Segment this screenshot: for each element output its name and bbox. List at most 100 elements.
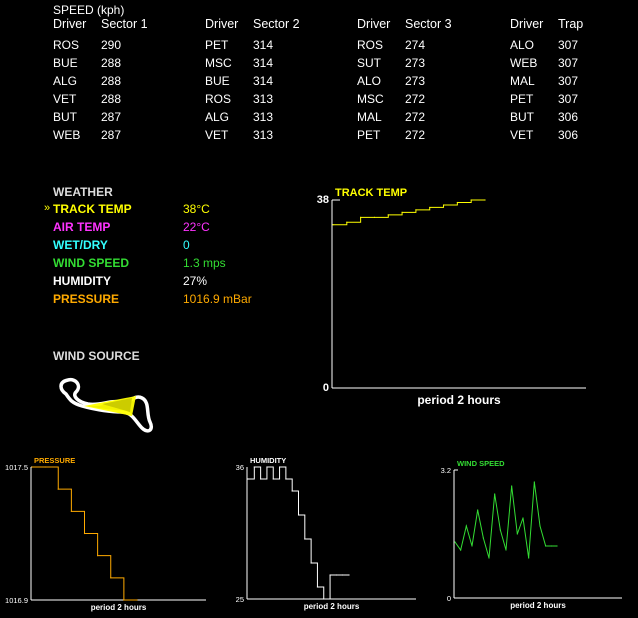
data-point: [360, 216, 362, 218]
weather-value: 22°C: [183, 220, 210, 234]
speed-driver-cell: ALO: [357, 74, 382, 88]
speed-driver-cell: BUE: [205, 74, 230, 88]
speed-value-cell: 288: [101, 56, 122, 70]
speed-driver-cell: WEB: [53, 128, 81, 142]
chart-title: PRESSURE: [34, 456, 75, 465]
weather-label[interactable]: WET/DRY: [53, 238, 108, 252]
data-point: [454, 541, 456, 543]
data-point: [373, 216, 376, 218]
y-min-label: 1016.9: [5, 596, 28, 605]
speed-value-cell: 307: [558, 38, 579, 52]
speed-col-header-driver: Driver: [205, 17, 239, 31]
speed-col-header-sector: Trap: [558, 17, 584, 31]
data-point: [285, 478, 287, 480]
x-axis-label: period 2 hours: [91, 603, 147, 612]
speed-value-cell: 313: [253, 128, 274, 142]
data-point: [415, 209, 417, 211]
y-min-label: 0: [447, 594, 451, 603]
weather-value: 38°C: [183, 202, 210, 216]
speed-value-cell: 287: [101, 110, 122, 124]
weather-label[interactable]: AIR TEMP: [53, 220, 110, 234]
data-point: [484, 199, 486, 201]
data-point: [136, 599, 138, 601]
speed-value-cell: 313: [253, 92, 274, 106]
y-max-label: 3.2: [441, 466, 451, 475]
data-point: [332, 224, 334, 226]
y-max-label: 38: [317, 194, 329, 206]
data-point: [278, 466, 281, 468]
data-point: [266, 466, 268, 468]
speed-driver-cell: PET: [510, 92, 534, 106]
y-min-label: 0: [323, 382, 329, 394]
speed-col-header-sector: Sector 1: [101, 17, 148, 31]
speed-driver-cell: ROS: [357, 38, 384, 52]
data-line: [248, 466, 349, 600]
data-point: [545, 545, 547, 547]
speed-driver-cell: MAL: [357, 110, 382, 124]
weather-label[interactable]: HUMIDITY: [53, 274, 111, 288]
data-point: [456, 201, 458, 204]
speed-driver-cell: PET: [205, 38, 229, 52]
weather-label[interactable]: TRACK TEMP: [53, 202, 132, 216]
speed-driver-cell: VET: [205, 128, 229, 142]
wind-speed-chart: 3.2 0 WIND SPEED period 2 hours: [441, 459, 622, 610]
speed-value-cell: 288: [101, 74, 122, 88]
data-point: [335, 574, 337, 576]
speed-col-header-driver: Driver: [53, 17, 87, 31]
data-point: [505, 549, 507, 551]
speed-value-cell: 306: [558, 128, 579, 142]
data-point: [539, 525, 541, 527]
data-line: [333, 199, 485, 226]
y-max-label: 1017.5: [5, 463, 28, 472]
x-axis-label: period 2 hours: [417, 393, 501, 407]
data-point: [97, 555, 99, 557]
speed-value-cell: 314: [253, 56, 274, 70]
data-point: [123, 599, 125, 601]
data-point: [70, 510, 72, 512]
speed-value-cell: 273: [405, 74, 426, 88]
speed-col-header-sector: Sector 3: [405, 17, 452, 31]
data-point: [297, 514, 300, 516]
data-point: [260, 478, 262, 480]
speed-driver-cell: MSC: [205, 56, 232, 70]
data-point: [488, 557, 490, 559]
data-point: [533, 481, 535, 483]
speed-col-header-driver: Driver: [510, 17, 544, 31]
speed-value-cell: 273: [405, 56, 426, 70]
x-axis-label: period 2 hours: [510, 601, 566, 610]
speed-value-cell: 314: [253, 38, 274, 52]
data-point: [310, 562, 312, 564]
weather-label[interactable]: PRESSURE: [53, 292, 119, 306]
speed-value-cell: 313: [253, 110, 274, 124]
data-point: [499, 529, 501, 531]
speed-value-cell: 272: [405, 128, 426, 142]
data-point: [460, 549, 462, 551]
speed-driver-cell: ROS: [53, 38, 80, 52]
chart-title: HUMIDITY: [250, 456, 286, 465]
y-max-label: 36: [236, 463, 244, 472]
weather-value: 1.3 mps: [183, 256, 226, 270]
data-point: [387, 214, 389, 216]
speed-value-cell: 274: [405, 38, 426, 52]
data-point: [272, 478, 274, 480]
data-point: [494, 493, 496, 495]
data-point: [550, 545, 552, 547]
weather-label[interactable]: WIND SPEED: [53, 256, 129, 270]
wind-source-title: WIND SOURCE: [53, 349, 140, 363]
data-point: [342, 574, 344, 576]
speed-driver-cell: ROS: [205, 92, 232, 106]
data-point: [31, 466, 33, 468]
track-map-icon: [59, 377, 154, 433]
data-point: [528, 557, 530, 559]
humidity-chart: 36 25 HUMIDITY period 2 hours: [236, 456, 416, 611]
speed-col-header-driver: Driver: [357, 17, 391, 31]
data-point: [482, 537, 484, 539]
speed-value-cell: 287: [101, 128, 122, 142]
weather-value: 27%: [183, 274, 208, 288]
speed-value-cell: 307: [558, 74, 579, 88]
speed-driver-cell: ALO: [510, 38, 535, 52]
speed-value-cell: 307: [558, 92, 579, 106]
speed-driver-cell: PET: [357, 128, 381, 142]
data-point: [44, 466, 46, 468]
speed-driver-cell: ALG: [53, 74, 78, 88]
